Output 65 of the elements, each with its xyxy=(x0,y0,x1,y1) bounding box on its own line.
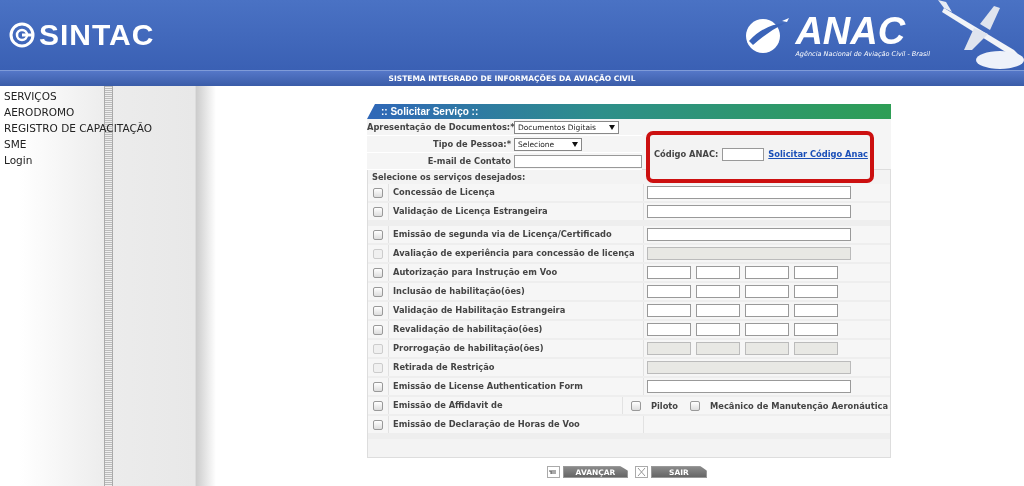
dropdown-arrow-icon xyxy=(572,141,578,147)
input-field[interactable] xyxy=(745,323,789,336)
field-label: Tipo de Pessoa:* xyxy=(431,139,511,149)
option-label: Piloto xyxy=(650,400,679,411)
sidebar-item[interactable]: REGISTRO DE CAPACITAÇÃO xyxy=(4,122,195,135)
input-field[interactable] xyxy=(745,304,789,317)
service-label: Emissão de Affidavit de xyxy=(388,397,622,414)
service-label: Validação de Licença Estrangeira xyxy=(388,203,643,220)
service-label: Emissão de Declaração de Horas de Voo xyxy=(388,416,643,433)
input-field[interactable] xyxy=(745,266,789,279)
input-field[interactable] xyxy=(696,285,740,298)
checkbox[interactable] xyxy=(373,286,383,297)
input-field[interactable] xyxy=(794,285,838,298)
field-label: Código ANAC: xyxy=(654,149,719,159)
input-field[interactable] xyxy=(647,228,851,241)
input-field[interactable] xyxy=(696,323,740,336)
option-label: Mecânico de Manutenção Aeronáutica xyxy=(710,400,888,411)
input-field[interactable] xyxy=(647,380,851,393)
input-field[interactable] xyxy=(794,323,838,336)
checkbox[interactable] xyxy=(373,324,383,335)
service-label: Revalidação de habilitação(ões) xyxy=(388,321,643,338)
sidebar-item[interactable]: Login xyxy=(4,154,195,167)
input-field[interactable] xyxy=(794,266,838,279)
input-field[interactable] xyxy=(647,285,691,298)
checkbox[interactable] xyxy=(373,187,383,198)
email-field[interactable] xyxy=(514,154,642,168)
sidebar-item[interactable]: SME xyxy=(4,138,195,151)
sintac-logo-icon xyxy=(8,21,36,49)
checkbox[interactable] xyxy=(373,305,383,316)
service-label: Emissão de License Authentication Form xyxy=(388,378,643,395)
input-field[interactable] xyxy=(647,304,691,317)
form-title: :: Solicitar Serviço :: xyxy=(381,106,479,117)
service-label: Avaliação de experiência para concessão de licença xyxy=(388,245,643,262)
input-field[interactable] xyxy=(647,323,691,336)
app-name: SINTAC xyxy=(39,18,155,52)
agency-name: ANAC xyxy=(795,12,907,51)
checkbox[interactable] xyxy=(373,229,383,240)
checkbox[interactable] xyxy=(373,400,383,411)
service-label: Retirada de Restrição xyxy=(388,359,643,376)
sidebar-item[interactable]: AERODROMO xyxy=(4,106,195,119)
service-label: Inclusão de habilitação(ões) xyxy=(388,283,643,300)
checkbox[interactable] xyxy=(373,267,383,278)
input-field[interactable] xyxy=(696,266,740,279)
service-label: Concessão de Licença xyxy=(388,184,643,201)
checkbox[interactable] xyxy=(690,400,701,411)
input-field[interactable] xyxy=(647,186,851,199)
close-icon xyxy=(635,466,648,478)
input-field[interactable] xyxy=(794,304,838,317)
anac-code-field[interactable] xyxy=(722,147,765,161)
checkbox[interactable] xyxy=(373,206,383,217)
service-label: Prorrogação de habilitação(ões) xyxy=(388,340,643,357)
sidebar-item[interactable]: SERVIÇOS xyxy=(4,90,195,103)
input-field[interactable] xyxy=(696,304,740,317)
input-field[interactable] xyxy=(647,205,851,218)
checkbox[interactable] xyxy=(373,381,383,392)
request-code-link[interactable]: Solicitar Código Anac xyxy=(768,147,868,161)
service-label: Autorização para Instrução em Voo xyxy=(388,264,643,281)
checkbox[interactable] xyxy=(630,400,641,411)
dropdown-arrow-icon xyxy=(609,124,615,130)
field-label: E-mail de Contato xyxy=(426,156,511,166)
input-field[interactable] xyxy=(745,285,789,298)
service-label: Validação de Habilitação Estrangeira xyxy=(388,302,643,319)
service-label: Emissão de segunda via de Licença/Certificado xyxy=(388,226,643,243)
input-field[interactable] xyxy=(647,266,691,279)
checkbox[interactable] xyxy=(373,419,383,430)
